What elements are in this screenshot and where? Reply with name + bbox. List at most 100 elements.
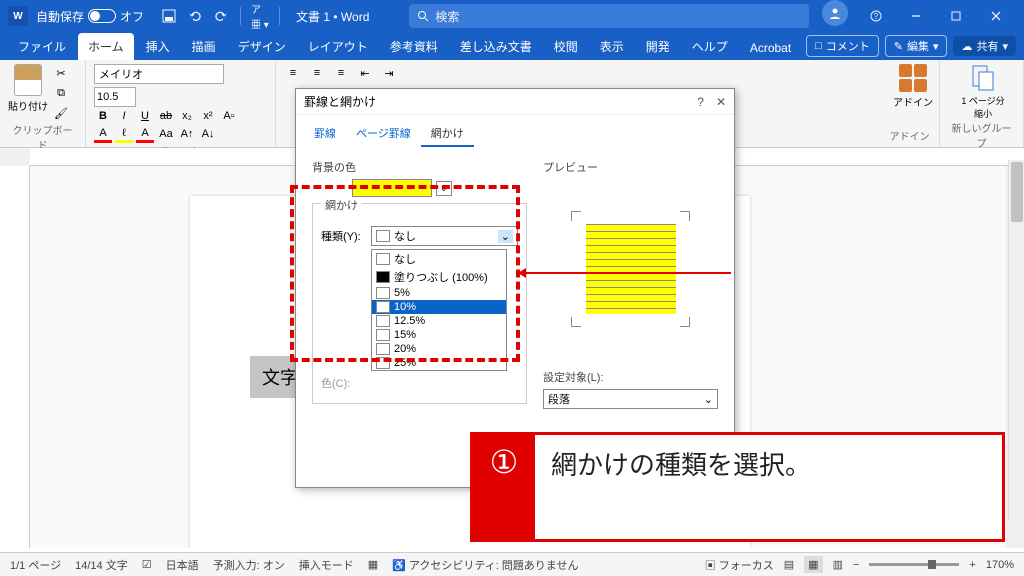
close-button[interactable] [976,0,1016,32]
format-painter-icon[interactable]: 🖌 [52,104,70,122]
tab-acrobat[interactable]: Acrobat [740,36,801,60]
tab-design[interactable]: デザイン [228,33,296,60]
tab-layout[interactable]: レイアウト [298,33,378,60]
dropdown-option[interactable]: 12.5% [372,314,506,328]
dialog-help-button[interactable]: ? [697,95,704,109]
dropdown-option[interactable]: 5% [372,286,506,300]
status-bar: 1/1 ページ 14/14 文字 ☑ 日本語 予測入力: オン 挿入モード ▦ … [0,552,1024,576]
tab-developer[interactable]: 開発 [636,33,680,60]
insert-mode[interactable]: 挿入モード [299,557,354,573]
qat-icon[interactable]: ア亜 ▾ [251,7,269,25]
view-read-icon[interactable]: ▤ [784,558,794,571]
ribbon-tabs: ファイル ホーム 挿入 描画 デザイン レイアウト 参考資料 差し込み文書 校閲… [0,32,1024,60]
multilevel-button[interactable]: ≡ [332,64,350,82]
underline-button[interactable]: U [136,107,154,125]
vertical-scrollbar[interactable] [1008,160,1024,520]
dialog-title: 罫線と網かけ [304,93,376,110]
pattern-type-dropdown: なし 塗りつぶし (100%) 5% 10% 12.5% 15% 20% 25% [371,249,507,371]
edit-mode-button[interactable]: ✎ 編集 ▾ [885,35,948,57]
tab-references[interactable]: 参考資料 [380,33,448,60]
zoom-in-button[interactable]: + [969,559,975,571]
accessibility-status[interactable]: ♿ アクセシビリティ: 問題ありません [392,557,578,573]
focus-mode[interactable]: ▣ フォーカス [705,557,774,573]
svg-text:?: ? [874,12,879,21]
bold-button[interactable]: B [94,107,112,125]
char-border-button[interactable]: A [136,125,154,143]
account-avatar[interactable] [822,0,848,26]
autosave-toggle[interactable]: 自動保存 オフ [36,8,144,25]
font-size-select[interactable] [94,87,136,107]
pattern-type-select[interactable]: なし ⌄ [371,226,518,246]
annotation-arrow [521,272,731,274]
tab-file[interactable]: ファイル [8,33,76,60]
maximize-button[interactable] [936,0,976,32]
target-label: 設定対象(L): [543,369,718,385]
page-shrink-button[interactable]: 1 ページ分 縮小 [948,64,1018,120]
font-color-button[interactable]: A [94,125,112,143]
tab-home[interactable]: ホーム [78,33,134,60]
share-button[interactable]: ☁ 共有 ▾ [953,36,1016,56]
zoom-level[interactable]: 170% [986,559,1014,571]
vertical-ruler[interactable] [0,166,30,548]
tab-view[interactable]: 表示 [590,33,634,60]
addins-button[interactable]: アドイン [888,64,938,109]
comments-button[interactable]: □ コメント [806,35,879,57]
dialog-close-button[interactable]: ✕ [716,95,726,109]
copy-icon[interactable]: ⧉ [52,84,70,102]
dropdown-option-selected[interactable]: 10% [372,300,506,314]
redo-icon[interactable] [212,7,230,25]
bg-color-swatch[interactable] [352,179,432,197]
cut-icon[interactable]: ✂ [52,64,70,82]
help-icon[interactable]: ? [856,0,896,32]
dialog-tab-borders[interactable]: 罫線 [304,121,346,147]
grow-font-button[interactable]: A↑ [178,125,196,143]
minimize-button[interactable] [896,0,936,32]
tab-insert[interactable]: 挿入 [136,33,180,60]
view-web-icon[interactable]: ▥ [833,558,843,571]
italic-button[interactable]: I [115,107,133,125]
superscript-button[interactable]: x² [199,107,217,125]
language[interactable]: 日本語 [166,557,199,573]
page-count[interactable]: 1/1 ページ [10,557,61,573]
autosave-state: オフ [120,8,144,25]
dropdown-option[interactable]: 25% [372,356,506,370]
highlight-button[interactable]: ℓ [115,125,133,143]
paste-button[interactable]: 貼り付け [8,64,48,122]
indent-dec-button[interactable]: ⇤ [356,64,374,82]
view-print-icon[interactable]: ▦ [804,556,822,573]
tab-draw[interactable]: 描画 [182,33,226,60]
tab-review[interactable]: 校閲 [544,33,588,60]
chevron-down-icon[interactable]: ⌄ [436,181,452,196]
subscript-button[interactable]: x₂ [178,107,196,125]
dropdown-option[interactable]: 15% [372,328,506,342]
zoom-out-button[interactable]: − [853,559,859,571]
predict-input[interactable]: 予測入力: オン [213,557,285,573]
spellcheck-icon[interactable]: ☑ [142,558,152,571]
preview-sample [586,224,676,314]
dialog-tab-page-borders[interactable]: ページ罫線 [346,121,421,147]
enclosed-button[interactable]: Aa [157,125,175,143]
bullets-button[interactable]: ≡ [284,64,302,82]
dropdown-option[interactable]: 20% [372,342,506,356]
bg-color-label: 背景の色 [312,159,527,175]
macro-icon[interactable]: ▦ [368,558,378,571]
undo-icon[interactable] [186,7,204,25]
dialog-tab-shading[interactable]: 網かけ [421,121,474,147]
shrink-font-button[interactable]: A↓ [199,125,217,143]
tab-help[interactable]: ヘルプ [682,33,738,60]
text-effect-button[interactable]: A▫ [220,107,238,125]
autosave-label: 自動保存 [36,8,84,25]
zoom-slider[interactable] [869,563,959,566]
font-family-select[interactable] [94,64,224,84]
save-icon[interactable] [160,7,178,25]
annotation-callout: ① 網かけの種類を選択。 [470,432,1005,542]
search-input[interactable]: 検索 [409,4,809,28]
strike-button[interactable]: ab [157,107,175,125]
dropdown-option[interactable]: なし [372,250,506,268]
dropdown-option[interactable]: 塗りつぶし (100%) [372,268,506,286]
numbering-button[interactable]: ≡ [308,64,326,82]
word-count[interactable]: 14/14 文字 [75,557,128,573]
apply-to-select[interactable]: 段落⌄ [543,389,718,409]
indent-inc-button[interactable]: ⇥ [380,64,398,82]
tab-mailmerge[interactable]: 差し込み文書 [450,33,542,60]
